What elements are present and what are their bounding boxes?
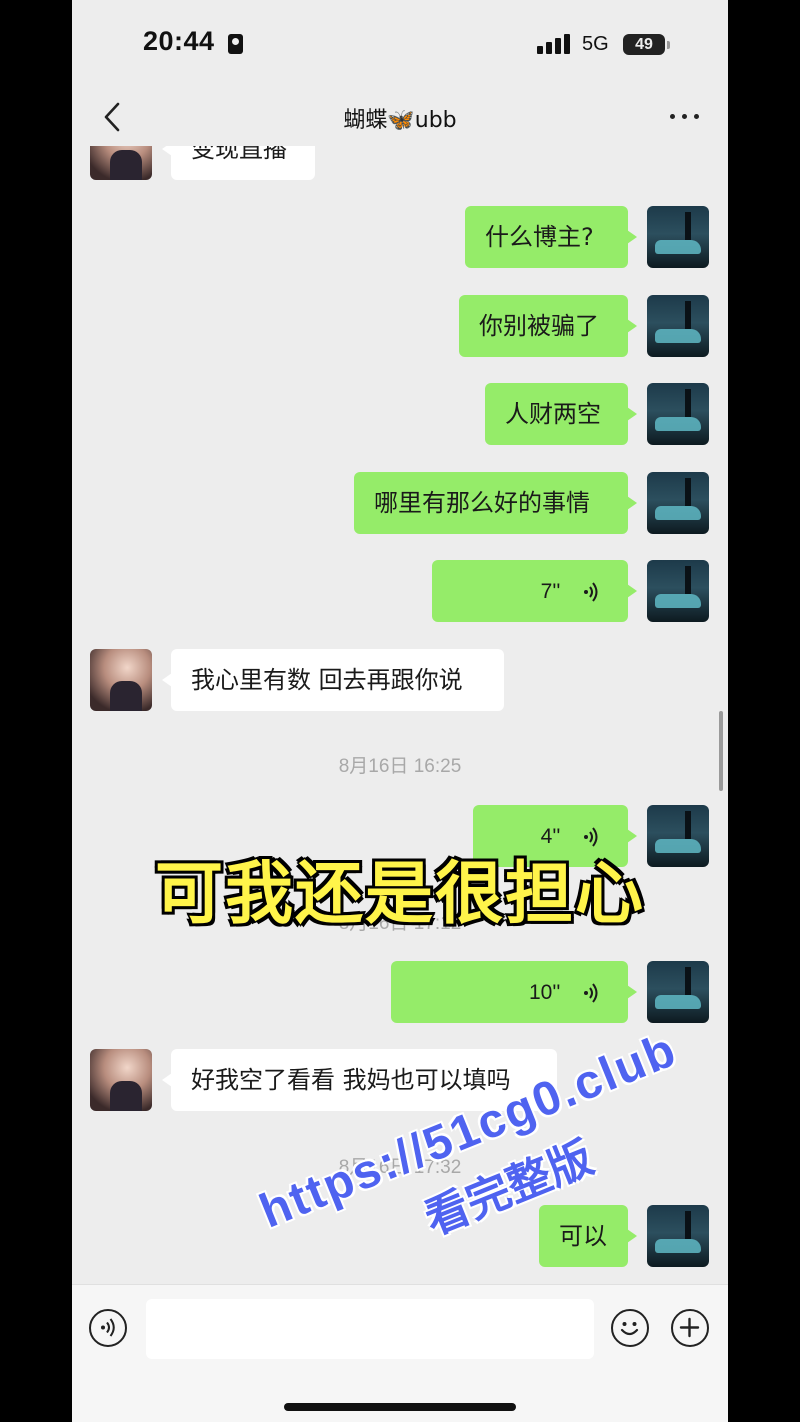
battery-tip <box>667 41 670 49</box>
more-dots-icon <box>670 114 675 119</box>
my-avatar[interactable] <box>647 472 709 534</box>
chat-title: 蝴蝶🦋ubb <box>343 108 457 133</box>
message-bubble[interactable]: 变现直播 <box>162 146 315 180</box>
timestamp: 8月16日 16:25 <box>338 756 462 777</box>
chat-header: 蝴蝶🦋ubb <box>72 90 728 146</box>
my-avatar[interactable] <box>647 295 709 357</box>
portrait-lock-icon <box>228 34 243 54</box>
battery-icon: 49 <box>623 34 665 55</box>
voice-toggle-button[interactable] <box>89 1309 127 1347</box>
voice-wave-icon <box>584 582 598 602</box>
message-bubble[interactable]: 哪里有那么好的事情 <box>354 472 637 534</box>
message-text: 哪里有那么好的事情 <box>374 489 590 517</box>
message-bubble[interactable]: 你别被骗了 <box>459 295 637 357</box>
my-avatar[interactable] <box>647 206 709 268</box>
voice-wave-icon <box>584 983 598 1003</box>
phone-screen: 20:44 5G 49 蝴蝶🦋ubb 变现直播 什么博主? 你别被骗了 人财两空… <box>72 0 728 1422</box>
home-indicator[interactable] <box>284 1403 516 1411</box>
input-bar <box>72 1284 728 1422</box>
voice-toggle-icon <box>101 1318 115 1337</box>
status-time: 20:44 <box>143 26 215 56</box>
video-caption: 可我还是很担心 <box>153 854 645 936</box>
voice-duration: 10'' <box>528 981 561 1004</box>
more-options-button[interactable] <box>666 102 706 130</box>
message-bubble[interactable]: 我心里有数 回去再跟你说 <box>162 649 504 711</box>
my-avatar[interactable] <box>647 1205 709 1267</box>
message-text: 人财两空 <box>505 400 601 428</box>
status-bar: 20:44 5G 49 <box>72 0 728 90</box>
my-avatar[interactable] <box>647 560 709 622</box>
chat-scrollbar[interactable] <box>719 711 723 791</box>
plus-button[interactable] <box>671 1309 709 1347</box>
my-avatar[interactable] <box>647 383 709 445</box>
message-text: 变现直播 <box>191 146 287 163</box>
plus-icon <box>679 1317 700 1338</box>
signal-icon <box>537 34 571 54</box>
voice-duration: 7'' <box>540 580 561 603</box>
message-text: 什么博主? <box>485 223 594 251</box>
contact-avatar[interactable] <box>90 1049 152 1111</box>
message-input[interactable] <box>146 1299 594 1359</box>
emoji-icon <box>620 1322 639 1336</box>
voice-message-bubble[interactable]: 7'' <box>432 560 637 622</box>
network-label: 5G <box>582 33 609 55</box>
message-text: 我心里有数 回去再跟你说 <box>191 666 463 694</box>
message-bubble[interactable]: 人财两空 <box>485 383 637 445</box>
contact-avatar[interactable] <box>90 146 152 180</box>
message-bubble[interactable]: 什么博主? <box>465 206 637 268</box>
contact-avatar[interactable] <box>90 649 152 711</box>
emoji-button[interactable] <box>611 1309 649 1347</box>
message-text: 你别被骗了 <box>479 312 599 340</box>
